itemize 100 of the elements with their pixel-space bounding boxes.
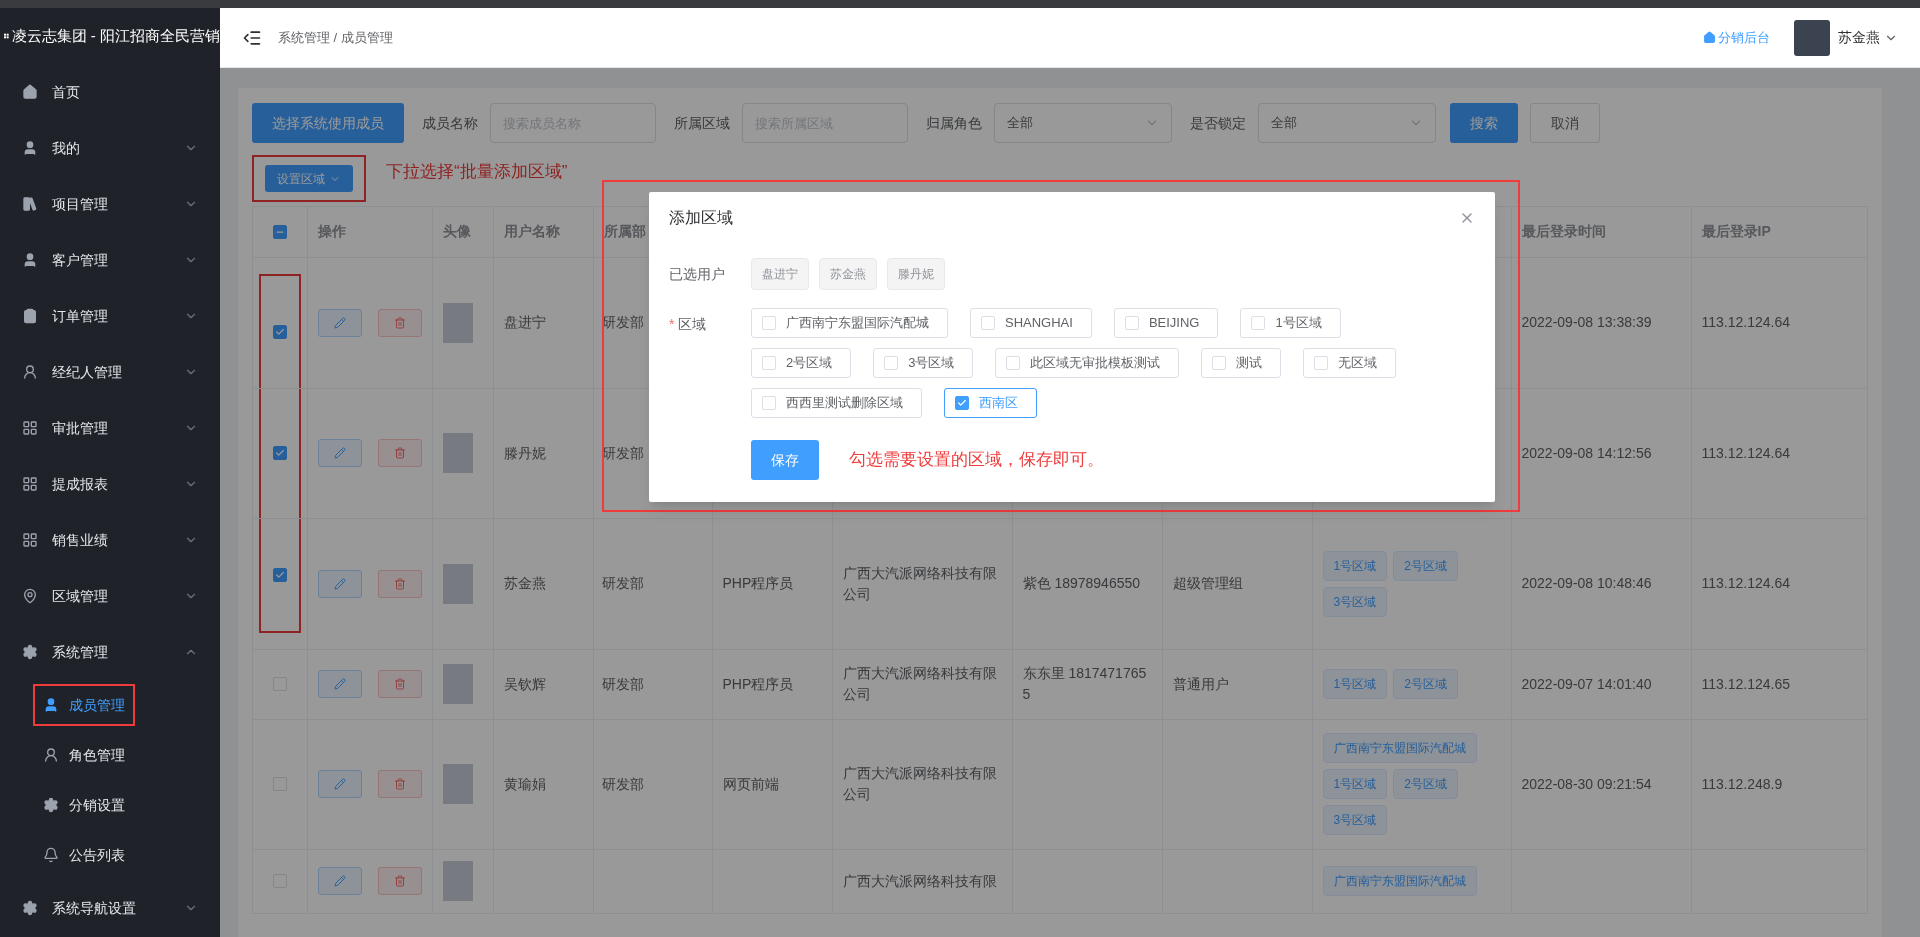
- delete-button[interactable]: [377, 439, 422, 467]
- sidebar-subitem[interactable]: 成员管理: [33, 684, 135, 726]
- sidebar-item[interactable]: 订单管理: [0, 288, 220, 344]
- row-checkbox[interactable]: [272, 567, 287, 582]
- checkmark-icon: [957, 398, 967, 408]
- region-option[interactable]: 测试: [1201, 348, 1282, 378]
- field-label: 区域: [678, 315, 707, 334]
- grid-icon: [22, 532, 38, 548]
- position: PHP程序员: [722, 675, 794, 692]
- map-pin-icon: [22, 588, 38, 604]
- edit-button[interactable]: [317, 670, 362, 698]
- region-tag: 2号区域: [1393, 550, 1458, 581]
- delete-button[interactable]: [377, 670, 422, 698]
- login-time: 2022-09-08 14:12:56: [1521, 444, 1652, 461]
- sidebar-subitem[interactable]: 公告列表: [33, 834, 135, 876]
- department: 研发部: [601, 775, 644, 792]
- region-option[interactable]: 1号区域: [1240, 308, 1341, 338]
- region-option[interactable]: 此区域无审批模板测试: [995, 348, 1180, 378]
- edit-button[interactable]: [317, 569, 362, 598]
- trash-icon: [393, 778, 406, 790]
- row-checkbox[interactable]: [272, 446, 287, 460]
- avatar-placeholder: [442, 433, 473, 473]
- user-outline-icon: [43, 747, 59, 763]
- user-tag: 盘进宁: [751, 258, 809, 290]
- filter-label: 归属角色: [926, 113, 982, 133]
- select-all-checkbox[interactable]: [272, 224, 287, 239]
- region-option[interactable]: 3号区域: [873, 348, 974, 378]
- checkbox[interactable]: [955, 396, 969, 410]
- required-mark: *: [669, 315, 675, 334]
- position: PHP程序员: [722, 575, 794, 591]
- delete-button[interactable]: [377, 569, 422, 598]
- edit-button[interactable]: [317, 439, 362, 467]
- user-name[interactable]: 苏金燕: [1838, 27, 1880, 48]
- pencil-icon: [333, 678, 346, 690]
- edit-button[interactable]: [317, 770, 362, 798]
- region-option[interactable]: 广西南宁东盟国际汽配城: [751, 308, 948, 338]
- sidebar-item[interactable]: 经纪人管理: [0, 344, 220, 400]
- sidebar-item[interactable]: 首页: [0, 64, 220, 120]
- avatar-placeholder: [442, 563, 473, 604]
- sidebar-item[interactable]: 客户管理: [0, 232, 220, 288]
- user-outline-icon: [22, 364, 38, 380]
- sidebar-item[interactable]: 提成报表: [0, 456, 220, 512]
- sidebar-item[interactable]: 系统导航设置: [0, 880, 220, 936]
- row-checkbox[interactable]: [272, 324, 287, 339]
- login-ip: 113.12.124.64: [1701, 314, 1790, 330]
- filter-label: 所属区域: [674, 113, 730, 133]
- sidebar-item[interactable]: 区域管理: [0, 568, 220, 624]
- region-tag: 1号区域: [1322, 550, 1388, 581]
- breadcrumb: 系统管理 / 成员管理: [278, 28, 393, 47]
- login-ip: 113.12.248.9: [1701, 775, 1783, 792]
- column-header: 最后登录时间: [1521, 223, 1606, 240]
- settings-icon: [22, 900, 38, 916]
- cancel-button[interactable]: 取消: [1530, 103, 1600, 143]
- user-icon: [22, 140, 38, 156]
- select-field[interactable]: 全部: [1258, 103, 1436, 143]
- user-tag: 苏金燕: [819, 258, 877, 290]
- department: 研发部: [601, 675, 644, 692]
- contact: 东东里 18174717655: [1022, 665, 1147, 702]
- login-time: 2022-09-07 14:01:40: [1521, 675, 1652, 692]
- pencil-icon: [333, 875, 346, 887]
- sidebar-item[interactable]: 销售业绩: [0, 512, 220, 568]
- region-option[interactable]: 西西里测试删除区域: [751, 388, 922, 418]
- avatar-placeholder: [442, 664, 473, 704]
- grid-icon: [22, 476, 38, 492]
- sidebar-item[interactable]: 项目管理: [0, 176, 220, 232]
- sidebar-item[interactable]: 我的: [0, 120, 220, 176]
- column-header: 头像: [442, 223, 471, 240]
- dialog-title: 添加区域: [669, 208, 734, 228]
- home-icon: [22, 84, 38, 100]
- sidebar-subitem[interactable]: 分销设置: [33, 784, 135, 826]
- region-tag: 3号区域: [1322, 805, 1388, 835]
- user-name: 盘进宁: [503, 314, 546, 330]
- region-option[interactable]: 无区域: [1303, 348, 1397, 378]
- user-name: 黄瑜娟: [503, 775, 546, 792]
- sidebar-item[interactable]: 系统管理: [0, 624, 220, 680]
- region-tag: 1号区域: [1322, 669, 1388, 699]
- edit-button[interactable]: [317, 308, 362, 337]
- books-icon: [22, 196, 38, 212]
- bell-icon: [43, 847, 59, 863]
- column-header: 最后登录IP: [1701, 223, 1771, 240]
- region-option[interactable]: 2号区域: [751, 348, 852, 378]
- pencil-icon: [333, 316, 346, 329]
- region-tag: 2号区域: [1393, 769, 1458, 799]
- clipboard-icon: [22, 308, 38, 324]
- edit-button[interactable]: [317, 867, 362, 895]
- sidebar-item[interactable]: 审批管理: [0, 400, 220, 456]
- avatar-placeholder: [442, 861, 473, 901]
- role: 普通用户: [1172, 675, 1229, 692]
- select-field[interactable]: 全部: [994, 103, 1172, 143]
- region-option[interactable]: BEIJING: [1113, 308, 1219, 338]
- delete-button[interactable]: [377, 867, 422, 895]
- home-icon: [1703, 31, 1716, 44]
- filter-label: 是否锁定: [1190, 113, 1246, 133]
- region-tag: 广西南宁东盟国际汽配城: [1322, 866, 1477, 896]
- delete-button[interactable]: [377, 308, 422, 337]
- sidebar-subitem[interactable]: 角色管理: [33, 734, 135, 776]
- user-name: 苏金燕: [503, 575, 546, 591]
- region-option[interactable]: SHANGHAI: [970, 308, 1092, 338]
- user-avatar[interactable]: [1794, 19, 1830, 56]
- delete-button[interactable]: [377, 770, 422, 798]
